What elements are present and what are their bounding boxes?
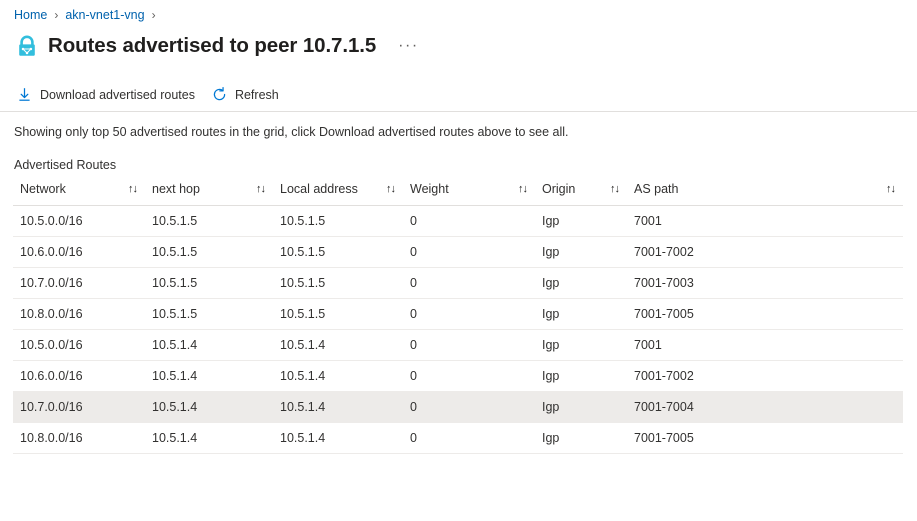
cell-as-path: 7001 [627,329,903,361]
column-header-as-path-label: AS path [634,182,679,196]
cell-weight: 0 [403,422,535,454]
table-body: 10.5.0.0/16 10.5.1.5 10.5.1.5 0 Igp 7001 10.6.… [13,205,903,454]
cell-local-address: 10.5.1.5 [273,298,403,330]
table-row[interactable]: 10.7.0.0/16 10.5.1.5 10.5.1.5 0 Igp 7001-7003 [13,267,903,299]
cell-as-path: 7001-7004 [627,391,903,423]
sort-toggle-icon[interactable]: ↑↓ [386,183,396,195]
column-header-origin[interactable]: Origin ↑↓ [535,182,627,206]
column-header-next-hop[interactable]: next hop ↑↓ [145,182,273,206]
cell-network: 10.6.0.0/16 [13,236,145,268]
column-header-local-address[interactable]: Local address ↑↓ [273,182,403,206]
cell-weight: 0 [403,360,535,392]
column-header-as-path[interactable]: AS path ↑↓ [627,182,903,206]
cell-network: 10.7.0.0/16 [13,391,145,423]
cell-weight: 0 [403,391,535,423]
cell-origin: Igp [535,236,627,268]
cell-next-hop: 10.5.1.4 [145,329,273,361]
advertised-routes-table-wrapper: Network ↑↓ next hop ↑↓ Local address ↑↓ [13,182,903,454]
sort-toggle-icon[interactable]: ↑↓ [128,183,138,195]
command-bar: Download advertised routes Refresh [0,78,917,112]
cell-next-hop: 10.5.1.5 [145,236,273,268]
info-message: Showing only top 50 advertised routes in… [14,125,569,139]
cell-weight: 0 [403,298,535,330]
refresh-button[interactable]: Refresh [209,80,287,110]
breadcrumb-separator-icon: › [151,8,156,22]
breadcrumb-separator-icon: › [54,8,59,22]
column-header-origin-label: Origin [542,182,576,196]
cell-origin: Igp [535,391,627,423]
cell-network: 10.5.0.0/16 [13,329,145,361]
sort-toggle-icon[interactable]: ↑↓ [256,183,266,195]
cell-origin: Igp [535,205,627,237]
cell-origin: Igp [535,422,627,454]
download-advertised-routes-button[interactable]: Download advertised routes [14,80,203,110]
cell-as-path: 7001 [627,205,903,237]
cell-next-hop: 10.5.1.4 [145,360,273,392]
refresh-label: Refresh [234,87,279,102]
breadcrumb: Home › akn-vnet1-vng › [0,0,917,24]
table-row[interactable]: 10.5.0.0/16 10.5.1.5 10.5.1.5 0 Igp 7001 [13,205,903,237]
more-options-icon[interactable]: ··· [394,38,422,54]
cell-origin: Igp [535,267,627,299]
advertised-routes-section-label: Advertised Routes [14,158,117,172]
cell-weight: 0 [403,205,535,237]
table-row[interactable]: 10.8.0.0/16 10.5.1.5 10.5.1.5 0 Igp 7001-7005 [13,298,903,330]
page-header: Routes advertised to peer 10.7.1.5 ··· [0,24,917,62]
cell-as-path: 7001-7002 [627,236,903,268]
table-row[interactable]: 10.5.0.0/16 10.5.1.4 10.5.1.4 0 Igp 7001 [13,329,903,361]
download-advertised-routes-label: Download advertised routes [40,87,195,102]
column-header-next-hop-label: next hop [152,182,200,196]
cell-local-address: 10.5.1.5 [273,236,403,268]
cell-weight: 0 [403,267,535,299]
cell-origin: Igp [535,298,627,330]
cell-origin: Igp [535,329,627,361]
cell-network: 10.6.0.0/16 [13,360,145,392]
cell-as-path: 7001-7005 [627,298,903,330]
table-row[interactable]: 10.8.0.0/16 10.5.1.4 10.5.1.4 0 Igp 7001-7005 [13,422,903,454]
cell-local-address: 10.5.1.4 [273,391,403,423]
table-row[interactable]: 10.7.0.0/16 10.5.1.4 10.5.1.4 0 Igp 7001-7004 [13,391,903,423]
table-row[interactable]: 10.6.0.0/16 10.5.1.4 10.5.1.4 0 Igp 7001-7002 [13,360,903,392]
download-icon [16,86,33,103]
cell-origin: Igp [535,360,627,392]
cell-next-hop: 10.5.1.5 [145,298,273,330]
column-header-network-label: Network [20,182,66,196]
table-header: Network ↑↓ next hop ↑↓ Local address ↑↓ [13,182,903,206]
cell-as-path: 7001-7005 [627,422,903,454]
refresh-icon [211,86,228,103]
cell-local-address: 10.5.1.4 [273,329,403,361]
cell-weight: 0 [403,329,535,361]
cell-next-hop: 10.5.1.4 [145,391,273,423]
sort-toggle-icon[interactable]: ↑↓ [886,183,896,195]
breadcrumb-item-akn-vnet1-vng[interactable]: akn-vnet1-vng [65,8,144,22]
cell-local-address: 10.5.1.5 [273,205,403,237]
vpn-gateway-lock-icon [14,33,40,59]
cell-local-address: 10.5.1.4 [273,360,403,392]
cell-as-path: 7001-7003 [627,267,903,299]
table-row[interactable]: 10.6.0.0/16 10.5.1.5 10.5.1.5 0 Igp 7001-7002 [13,236,903,268]
cell-network: 10.8.0.0/16 [13,298,145,330]
sort-toggle-icon[interactable]: ↑↓ [518,183,528,195]
cell-next-hop: 10.5.1.5 [145,205,273,237]
cell-local-address: 10.5.1.5 [273,267,403,299]
column-header-weight[interactable]: Weight ↑↓ [403,182,535,206]
cell-next-hop: 10.5.1.4 [145,422,273,454]
column-header-local-address-label: Local address [280,182,358,196]
cell-network: 10.5.0.0/16 [13,205,145,237]
cell-local-address: 10.5.1.4 [273,422,403,454]
page-title: Routes advertised to peer 10.7.1.5 [48,34,377,57]
column-header-network[interactable]: Network ↑↓ [13,182,145,206]
table-header-row: Network ↑↓ next hop ↑↓ Local address ↑↓ [13,182,903,206]
cell-weight: 0 [403,236,535,268]
cell-as-path: 7001-7002 [627,360,903,392]
cell-next-hop: 10.5.1.5 [145,267,273,299]
column-header-weight-label: Weight [410,182,449,196]
cell-network: 10.8.0.0/16 [13,422,145,454]
sort-toggle-icon[interactable]: ↑↓ [610,183,620,195]
cell-network: 10.7.0.0/16 [13,267,145,299]
breadcrumb-item-home[interactable]: Home [14,8,47,22]
advertised-routes-table: Network ↑↓ next hop ↑↓ Local address ↑↓ [13,182,903,454]
